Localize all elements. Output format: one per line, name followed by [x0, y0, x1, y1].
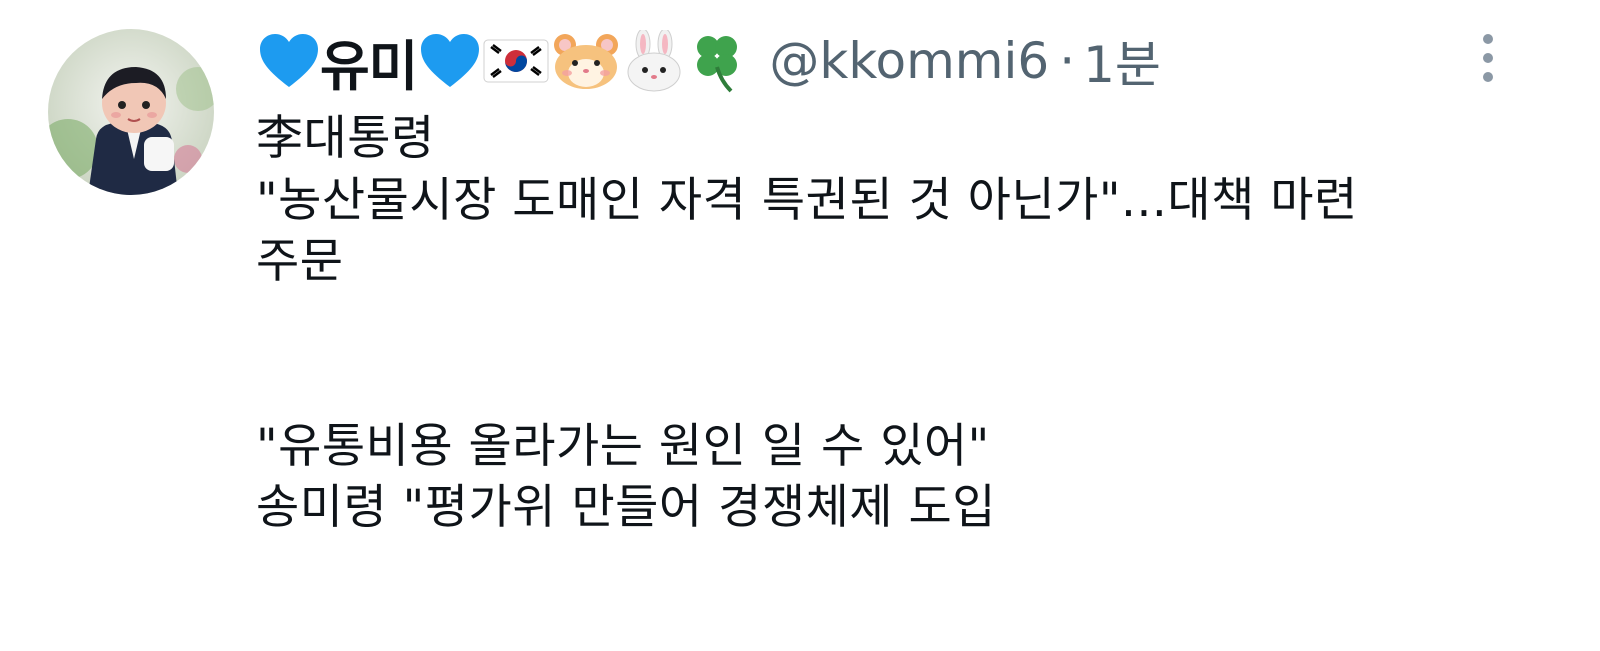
tweet-card[interactable]: 유미 @kkommi6 · 1분 李대통령 "농산물시장 도매인 자격 특권된 …: [0, 0, 1600, 651]
tweet-text-line: "농산물시장 도매인 자격 특권된 것 아닌가"...대책 마련: [256, 172, 1358, 228]
user-handle[interactable]: @kkommi6: [769, 32, 1049, 90]
tweet-text: 李대통령 "농산물시장 도매인 자격 특권된 것 아닌가"...대책 마련 주문…: [256, 108, 1556, 539]
blue-heart-icon: [258, 33, 320, 89]
tweet-text-line: 주문: [256, 234, 344, 289]
avatar-image: [48, 29, 214, 195]
hamster-face-icon: [551, 31, 621, 91]
timestamp[interactable]: 1분: [1083, 25, 1161, 97]
korea-flag-icon: [483, 37, 549, 85]
display-name[interactable]: 유미: [320, 22, 418, 101]
tweet-text-line: "유통비용 올라가는 원인 일 수 있어": [256, 418, 990, 474]
blue-heart-icon: [419, 33, 481, 89]
separator-dot: ·: [1059, 32, 1076, 90]
avatar[interactable]: [48, 29, 214, 195]
more-vertical-icon: [1470, 34, 1506, 82]
more-options-button[interactable]: [1470, 34, 1506, 86]
rabbit-face-icon: [623, 30, 685, 92]
tweet-text-line: 송미령 "평가위 만들어 경쟁체제 도입: [256, 480, 996, 535]
tweet-header: 유미 @kkommi6 · 1분: [256, 24, 1161, 98]
four-leaf-clover-icon: [687, 29, 747, 93]
tweet-text-line: 李대통령: [256, 111, 435, 166]
